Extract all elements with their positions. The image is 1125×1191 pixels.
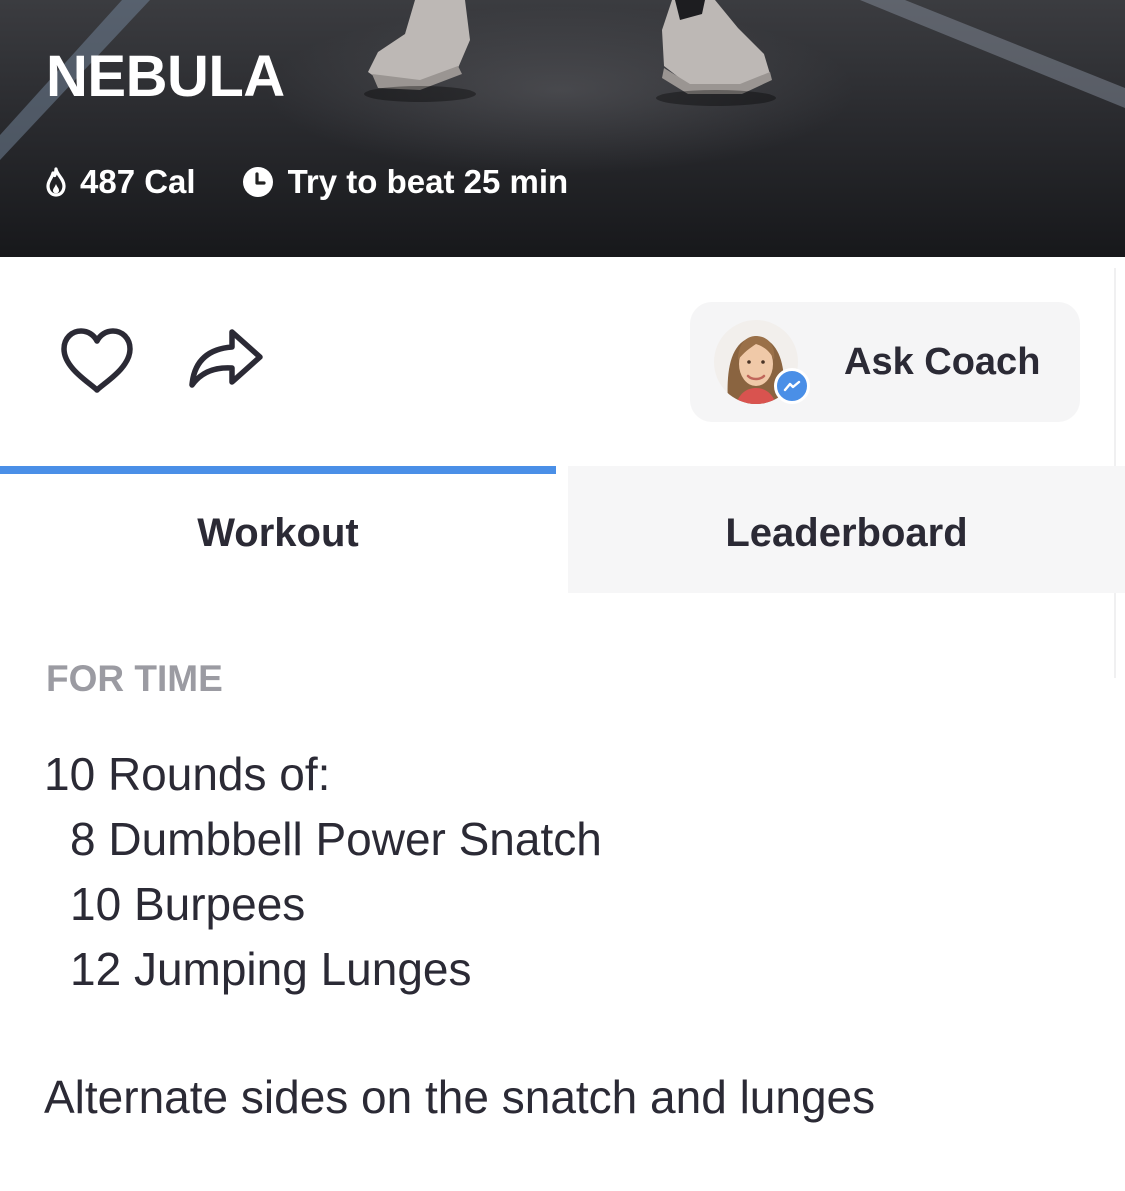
share-button[interactable] bbox=[186, 328, 266, 390]
share-arrow-icon bbox=[189, 329, 263, 388]
movement-item: 8 Dumbbell Power Snatch bbox=[70, 813, 602, 865]
favorite-button[interactable] bbox=[58, 326, 136, 396]
workout-note: Alternate sides on the snatch and lunges bbox=[44, 1071, 876, 1123]
flame-icon bbox=[44, 167, 80, 197]
tab-leaderboard-label: Leaderboard bbox=[725, 511, 968, 555]
tab-workout[interactable]: Workout bbox=[0, 466, 556, 593]
clock-icon bbox=[242, 166, 288, 198]
workout-tabs: Workout Leaderboard bbox=[0, 466, 1125, 593]
ask-coach-label: Ask Coach bbox=[844, 341, 1041, 383]
ask-coach-button[interactable]: Ask Coach bbox=[690, 302, 1080, 422]
tab-leaderboard[interactable]: Leaderboard bbox=[568, 466, 1125, 593]
calories-stat: 487 Cal bbox=[44, 163, 196, 201]
tab-workout-label: Workout bbox=[197, 511, 359, 555]
workout-stats: 487 Cal Try to beat 25 min bbox=[44, 160, 568, 204]
workout-rounds: 10 Rounds of: bbox=[44, 748, 331, 800]
hero-background-image bbox=[0, 0, 1125, 160]
messenger-icon bbox=[774, 368, 810, 404]
heart-icon bbox=[61, 328, 133, 393]
calories-value: 487 Cal bbox=[80, 163, 196, 200]
movement-item: 12 Jumping Lunges bbox=[70, 943, 472, 995]
movement-item: 10 Burpees bbox=[70, 878, 306, 930]
workout-hero: NEBULA 487 Cal Try to beat 25 min bbox=[0, 0, 1125, 257]
active-tab-indicator bbox=[0, 466, 556, 474]
time-target: Try to beat 25 min bbox=[287, 163, 569, 200]
time-stat: Try to beat 25 min bbox=[242, 163, 569, 201]
workout-format-label: FOR TIME bbox=[46, 658, 223, 699]
workout-title: NEBULA bbox=[46, 44, 285, 109]
